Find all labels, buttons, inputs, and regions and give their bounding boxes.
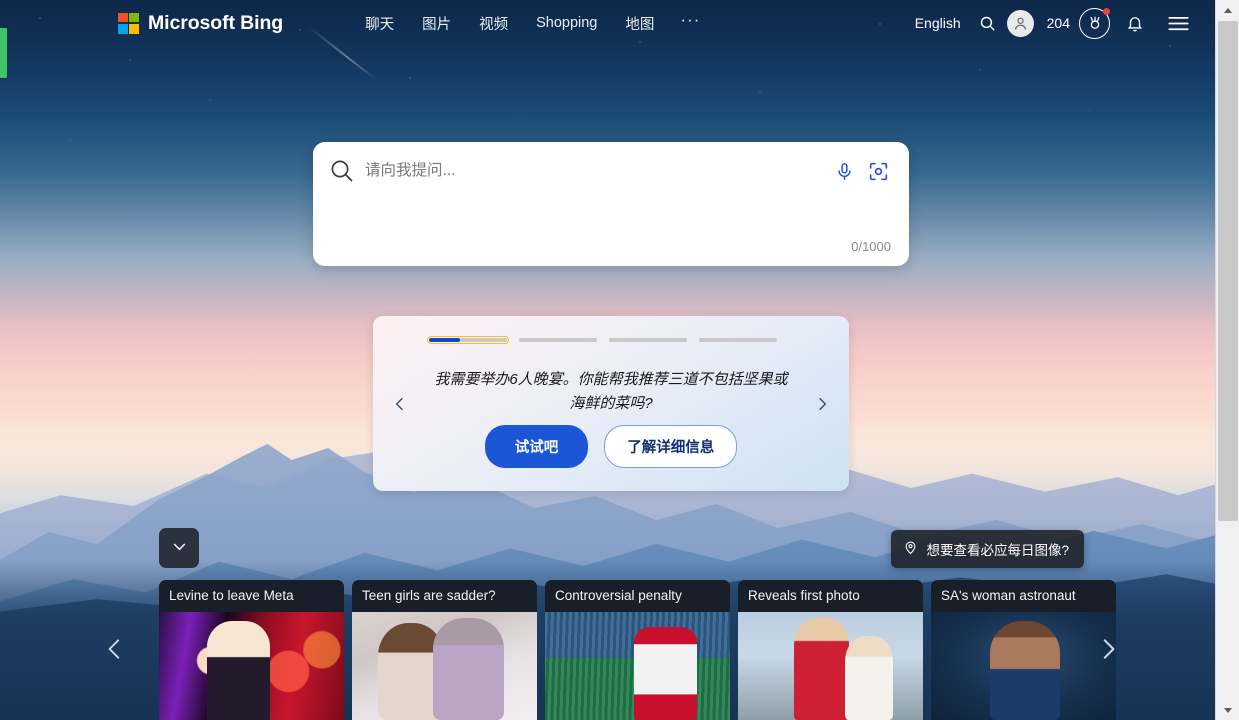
news-card-title: Controversial penalty — [545, 580, 730, 612]
new-notification-dot — [1103, 7, 1110, 15]
nav-images[interactable]: 图片 — [408, 7, 465, 40]
suggestion-actions: 试试吧 了解详细信息 — [373, 425, 849, 468]
bing-brand-link[interactable]: Microsoft Bing — [118, 12, 283, 35]
carousel-progress-indicators — [426, 335, 777, 345]
search-input[interactable] — [365, 162, 827, 180]
suggestion-prompt-text: 我需要举办6人晚宴。你能帮我推荐三道不包括坚果或海鲜的菜吗? — [434, 371, 788, 412]
news-card[interactable]: Controversial penalty — [545, 580, 730, 720]
search-icon[interactable] — [974, 9, 1002, 37]
news-card[interactable]: Teen girls are sadder? — [352, 580, 537, 720]
news-card-title: Teen girls are sadder? — [352, 580, 537, 612]
news-next-button[interactable] — [1091, 632, 1125, 666]
scrollbar-thumb[interactable] — [1218, 21, 1238, 521]
brand-title: Microsoft Bing — [148, 11, 284, 34]
daily-image-tooltip[interactable]: 想要查看必应每日图像? — [891, 530, 1084, 568]
carousel-progress-3[interactable] — [609, 338, 687, 342]
chevron-right-icon[interactable] — [809, 391, 835, 417]
nav-chat[interactable]: 聊天 — [351, 7, 408, 40]
news-prev-button[interactable] — [98, 632, 132, 666]
rewards-medal-icon[interactable] — [1079, 7, 1110, 39]
daily-image-tooltip-text: 想要查看必应每日图像? — [926, 543, 1069, 558]
news-card[interactable]: SA's woman astronaut — [931, 580, 1116, 720]
expand-feed-button[interactable] — [159, 528, 199, 568]
nav-videos[interactable]: 视频 — [465, 7, 522, 40]
page-scrollbar[interactable] — [1215, 0, 1239, 720]
search-box-panel: 0/1000 — [313, 142, 909, 266]
header-actions: English 204 — [906, 7, 1193, 39]
nav-maps[interactable]: 地图 — [611, 7, 668, 40]
account-avatar-icon[interactable] — [1006, 9, 1034, 37]
news-card-title: Reveals first photo — [738, 580, 923, 612]
primary-nav: 聊天 图片 视频 Shopping 地图 ··· — [351, 7, 712, 40]
scroll-up-arrow-icon[interactable] — [1216, 0, 1239, 20]
language-button[interactable]: English — [906, 9, 970, 37]
top-navigation-bar: Microsoft Bing 聊天 图片 视频 Shopping 地图 ··· … — [0, 0, 1215, 46]
character-counter: 0/1000 — [851, 239, 891, 254]
bing-homepage: Microsoft Bing 聊天 图片 视频 Shopping 地图 ··· … — [0, 0, 1239, 720]
scroll-down-arrow-icon[interactable] — [1216, 700, 1239, 720]
bell-icon[interactable] — [1120, 8, 1150, 38]
microsoft-logo-icon — [118, 12, 139, 34]
chevron-left-icon[interactable] — [387, 391, 413, 417]
news-card-title: Levine to leave Meta — [159, 580, 344, 612]
news-card-title: SA's woman astronaut — [931, 580, 1116, 612]
location-pin-icon — [903, 540, 918, 558]
hamburger-menu-icon[interactable] — [1163, 8, 1193, 38]
visual-search-camera-icon[interactable] — [861, 154, 895, 188]
chevron-down-icon — [171, 538, 188, 558]
news-card-thumbnail — [738, 612, 923, 720]
news-card[interactable]: Levine to leave Meta — [159, 580, 344, 720]
news-card-thumbnail — [352, 612, 537, 720]
news-card-thumbnail — [931, 612, 1116, 720]
carousel-progress-4[interactable] — [699, 338, 777, 342]
nav-shopping[interactable]: Shopping — [522, 9, 611, 37]
carousel-progress-1[interactable] — [426, 335, 510, 345]
suggestion-carousel-card: 我需要举办6人晚宴。你能帮我推荐三道不包括坚果或海鲜的菜吗? 试试吧 了解详细信… — [373, 316, 849, 491]
try-it-button[interactable]: 试试吧 — [484, 425, 589, 468]
news-card-thumbnail — [159, 612, 344, 720]
carousel-progress-2[interactable] — [519, 338, 597, 342]
news-card[interactable]: Reveals first photo — [738, 580, 923, 720]
left-edge-green-marker[interactable] — [0, 27, 8, 79]
search-input-row — [313, 142, 909, 200]
news-card-thumbnail — [545, 612, 730, 720]
rewards-points-count[interactable]: 204 — [1034, 15, 1079, 31]
nav-more-button[interactable]: ··· — [668, 8, 712, 38]
microphone-icon[interactable] — [827, 154, 861, 188]
search-icon — [329, 158, 355, 184]
learn-more-button[interactable]: 了解详细信息 — [604, 425, 738, 468]
news-carousel: Levine to leave Meta Teen girls are sadd… — [159, 580, 1116, 720]
